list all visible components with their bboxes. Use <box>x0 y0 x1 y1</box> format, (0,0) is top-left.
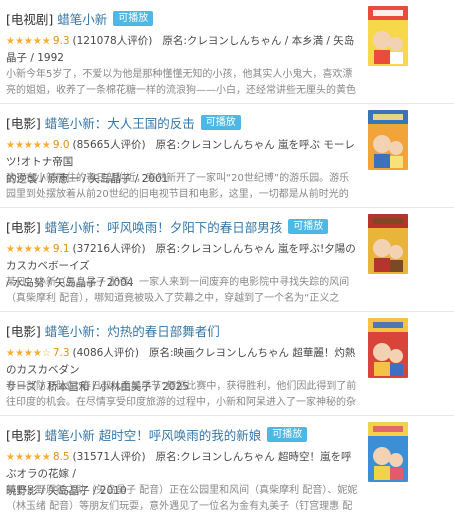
result-type: [电影] <box>6 323 41 339</box>
playable-badge[interactable]: 可播放 <box>113 10 154 26</box>
result-description: 某日，小新（矢岛晶子 配音）一家人来到一间废弃的电影院中寻找失踪的风间（真柴摩利… <box>6 277 350 304</box>
result-title-link[interactable]: 蜡笔小新 超时空！呼风唤雨的我的新娘 <box>45 425 261 444</box>
playable-badge[interactable]: 可播放 <box>200 114 241 130</box>
result-description: 春日部防卫队在“春日部儿童娱乐节”舞蹈比赛中，获得胜利，他们因此得到了前往印度的… <box>6 381 357 408</box>
rating-stars: ★★★★★ <box>6 36 51 47</box>
title-row: [电影] 蜡笔小新 超时空！呼风唤雨的我的新娘 可播放 <box>6 425 308 444</box>
rating-stars: ★★★★☆ <box>6 348 51 359</box>
poster-image[interactable] <box>368 318 408 378</box>
rating-score: 9.0 <box>52 139 70 151</box>
search-results-list: [电视剧] 蜡笔小新 可播放 ★★★★★ 9.3 (121078人评价) 原名:クレ… <box>0 0 454 520</box>
result-type: [电影] <box>6 427 41 443</box>
poster-image[interactable] <box>368 110 408 170</box>
result-description: 小新今年5岁了，不爱以为他是那种懂懂无知的小孩，他其实人小鬼大，喜欢漂亮的姐姐，… <box>6 69 356 96</box>
result-item: [电影] 蜡笔小新：大人王国的反击 可播放 ★★★★★ 9.0 (85665人评价)… <box>0 104 454 208</box>
rating-stars: ★★★★★ <box>6 452 51 463</box>
result-type: [电影] <box>6 219 41 235</box>
rating-score: 7.3 <box>52 347 70 359</box>
result-item: [电影] 蜡笔小新 超时空！呼风唤雨的我的新娘 可播放 ★★★★★ 8.5 (315… <box>0 416 454 520</box>
result-description: 这天在小新居住的春日部附近，突然新开了一家叫“20世纪博”的游乐园。游乐园里到处… <box>6 173 350 200</box>
result-title-link[interactable]: 蜡笔小新：灼热的春日部舞者们 <box>45 321 220 340</box>
title-row: [电视剧] 蜡笔小新 可播放 <box>6 9 154 28</box>
result-type: [电影] <box>6 115 41 131</box>
rating-stars: ★★★★★ <box>6 140 51 151</box>
vote-count: (85665人评价) <box>72 139 146 151</box>
poster-image[interactable] <box>368 422 408 482</box>
playable-badge[interactable]: 可播放 <box>267 426 308 442</box>
title-row: [电影] 蜡笔小新：灼热的春日部舞者们 <box>6 321 220 339</box>
rating-score: 9.3 <box>52 35 70 47</box>
result-meta: ★★★★★ 9.3 (121078人评价) 原名:クレヨンしんちゃん / 本乡満 /… <box>6 33 358 67</box>
vote-count: (31571人评价) <box>72 451 146 463</box>
rating-score: 9.1 <box>52 243 70 255</box>
result-title-link[interactable]: 蜡笔小新：大人王国的反击 <box>45 113 195 132</box>
title-row: [电影] 蜡笔小新：大人王国的反击 可播放 <box>6 113 241 131</box>
result-type: [电视剧] <box>6 11 54 27</box>
result-title-link[interactable]: 蜡笔小新 <box>57 9 107 28</box>
result-item: [电视剧] 蜡笔小新 可播放 ★★★★★ 9.3 (121078人评价) 原名:クレ… <box>0 0 454 104</box>
poster-image[interactable] <box>368 214 408 274</box>
rating-score: 8.5 <box>52 451 70 463</box>
result-title-link[interactable]: 蜡笔小新：呼风唤雨！夕阳下的春日部男孩 <box>45 217 283 236</box>
rating-stars: ★★★★★ <box>6 244 51 255</box>
title-row: [电影] 蜡笔小新：呼风唤雨！夕阳下的春日部男孩 可播放 <box>6 217 329 236</box>
vote-count: (4086人评价) <box>72 347 139 359</box>
result-item: [电影] 蜡笔小新：灼热的春日部舞者们 ★★★★☆ 7.3 (4086人评价) 原名… <box>0 312 454 416</box>
vote-count: (37216人评价) <box>72 243 146 255</box>
result-description: 某日，野原新之助（矢岛晶子 配音）正在公园里和风间（真柴摩利 配音）、妮妮（林玉… <box>6 485 358 512</box>
result-item: [电影] 蜡笔小新：呼风唤雨！夕阳下的春日部男孩 可播放 ★★★★★ 9.1 (37… <box>0 208 454 312</box>
playable-badge[interactable]: 可播放 <box>288 218 329 234</box>
vote-count: (121078人评价) <box>72 35 153 47</box>
poster-image[interactable] <box>368 6 408 66</box>
